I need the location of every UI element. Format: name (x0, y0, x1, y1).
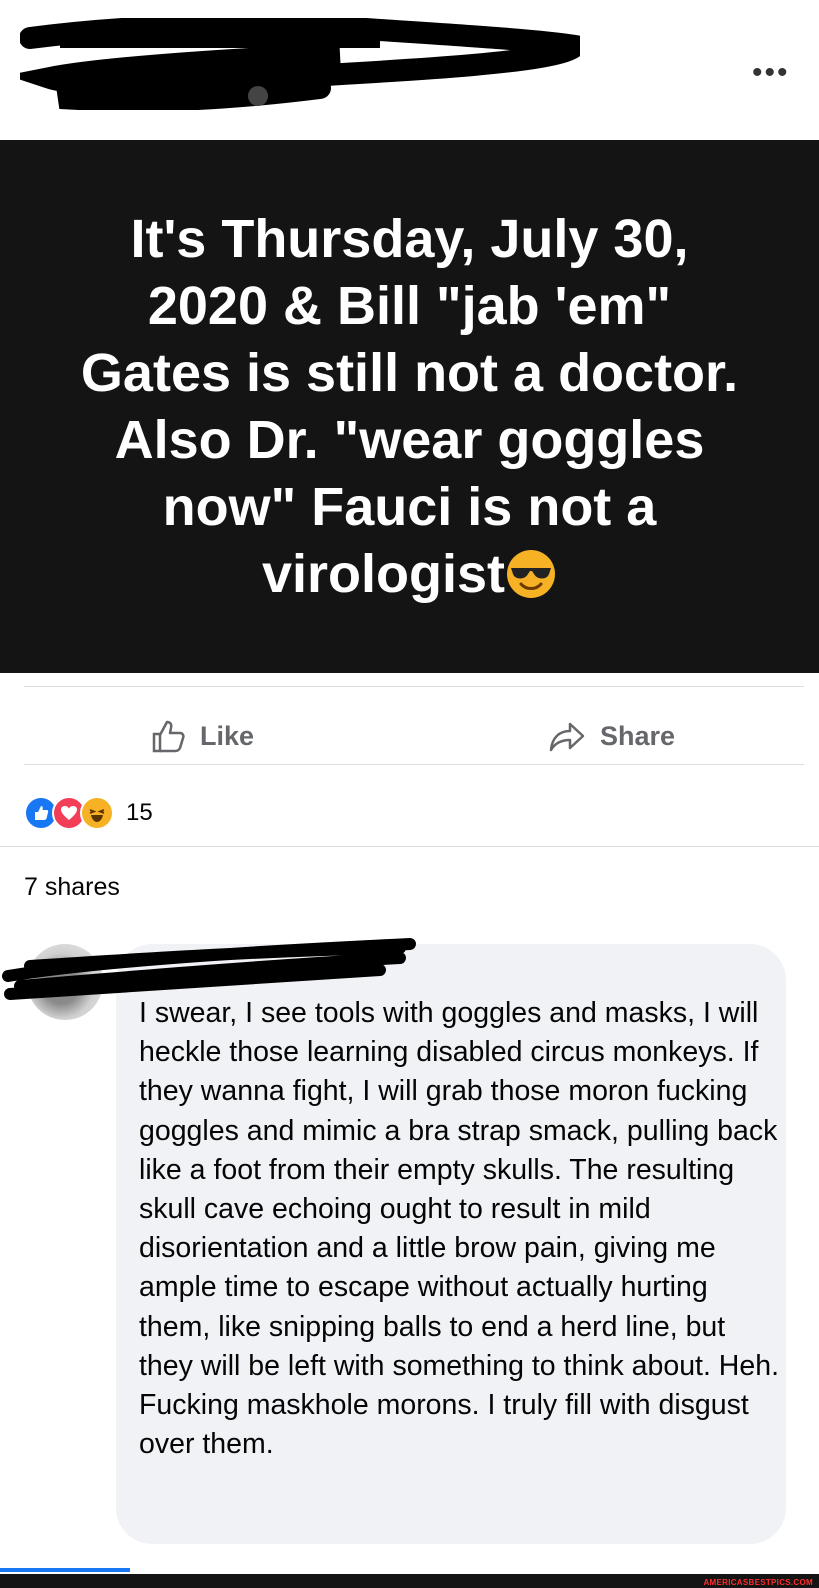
comment-text: I swear, I see tools with goggles and ma… (139, 997, 780, 1461)
post-text: It's Thursday, July 30, 2020 & Bill "jab… (70, 206, 750, 608)
bottom-bar (0, 1574, 819, 1588)
reaction-count: 15 (126, 799, 153, 826)
share-label: Share (600, 720, 676, 751)
post-header: ••• (0, 0, 819, 140)
redaction-scribble (2, 938, 416, 1000)
divider (24, 686, 804, 687)
redaction-scribble (20, 18, 580, 110)
scroll-indicator (0, 1568, 130, 1572)
ellipsis-icon[interactable]: ••• (752, 56, 790, 90)
like-label: Like (200, 720, 255, 751)
thumbs-up-icon (152, 720, 185, 753)
post-content: It's Thursday, July 30, 2020 & Bill "jab… (0, 140, 819, 673)
haha-reaction-icon (80, 796, 114, 830)
globe-icon (248, 86, 268, 106)
divider (24, 764, 804, 765)
share-arrow-icon (549, 722, 585, 752)
shares-count[interactable]: 7 shares (24, 873, 120, 902)
divider (0, 846, 819, 847)
sunglasses-emoji-icon (507, 549, 556, 598)
share-button[interactable]: Share (548, 718, 675, 754)
post-text-main: It's Thursday, July 30, 2020 & Bill "jab… (80, 208, 739, 604)
reactions-summary[interactable]: 15 (24, 796, 153, 830)
like-button[interactable]: Like (150, 718, 254, 754)
watermark: AMERICASBESTPICS.COM (703, 1578, 813, 1587)
